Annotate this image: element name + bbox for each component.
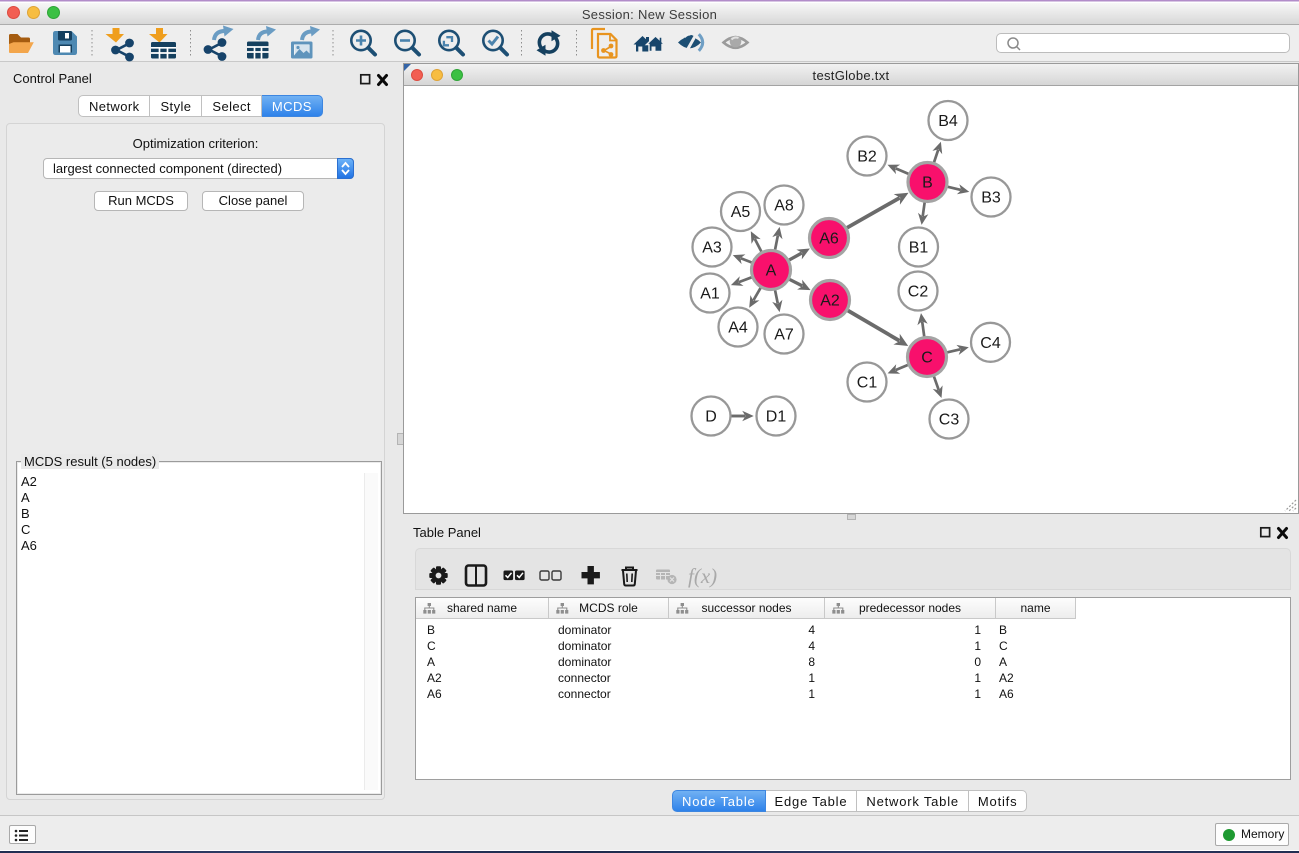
svg-text:A1: A1 (700, 286, 720, 303)
svg-text:A8: A8 (774, 198, 794, 215)
svg-text:C2: C2 (908, 284, 929, 301)
svg-text:B4: B4 (938, 113, 958, 130)
svg-text:A4: A4 (728, 320, 748, 337)
svg-text:C1: C1 (857, 375, 878, 392)
svg-text:B2: B2 (857, 149, 877, 166)
svg-text:A2: A2 (820, 293, 840, 310)
svg-text:D: D (705, 409, 717, 426)
svg-text:D1: D1 (766, 409, 787, 426)
svg-text:B1: B1 (909, 240, 929, 257)
svg-text:C: C (921, 350, 933, 367)
svg-text:C4: C4 (980, 335, 1001, 352)
svg-text:A5: A5 (731, 204, 751, 221)
svg-text:A3: A3 (702, 240, 722, 257)
svg-text:f(x): f(x) (688, 564, 717, 588)
svg-text:B: B (922, 175, 933, 192)
svg-text:C3: C3 (939, 412, 960, 429)
svg-text:A: A (766, 263, 777, 280)
svg-text:A7: A7 (774, 327, 794, 344)
svg-text:A6: A6 (819, 231, 839, 248)
svg-text:B3: B3 (981, 190, 1001, 207)
